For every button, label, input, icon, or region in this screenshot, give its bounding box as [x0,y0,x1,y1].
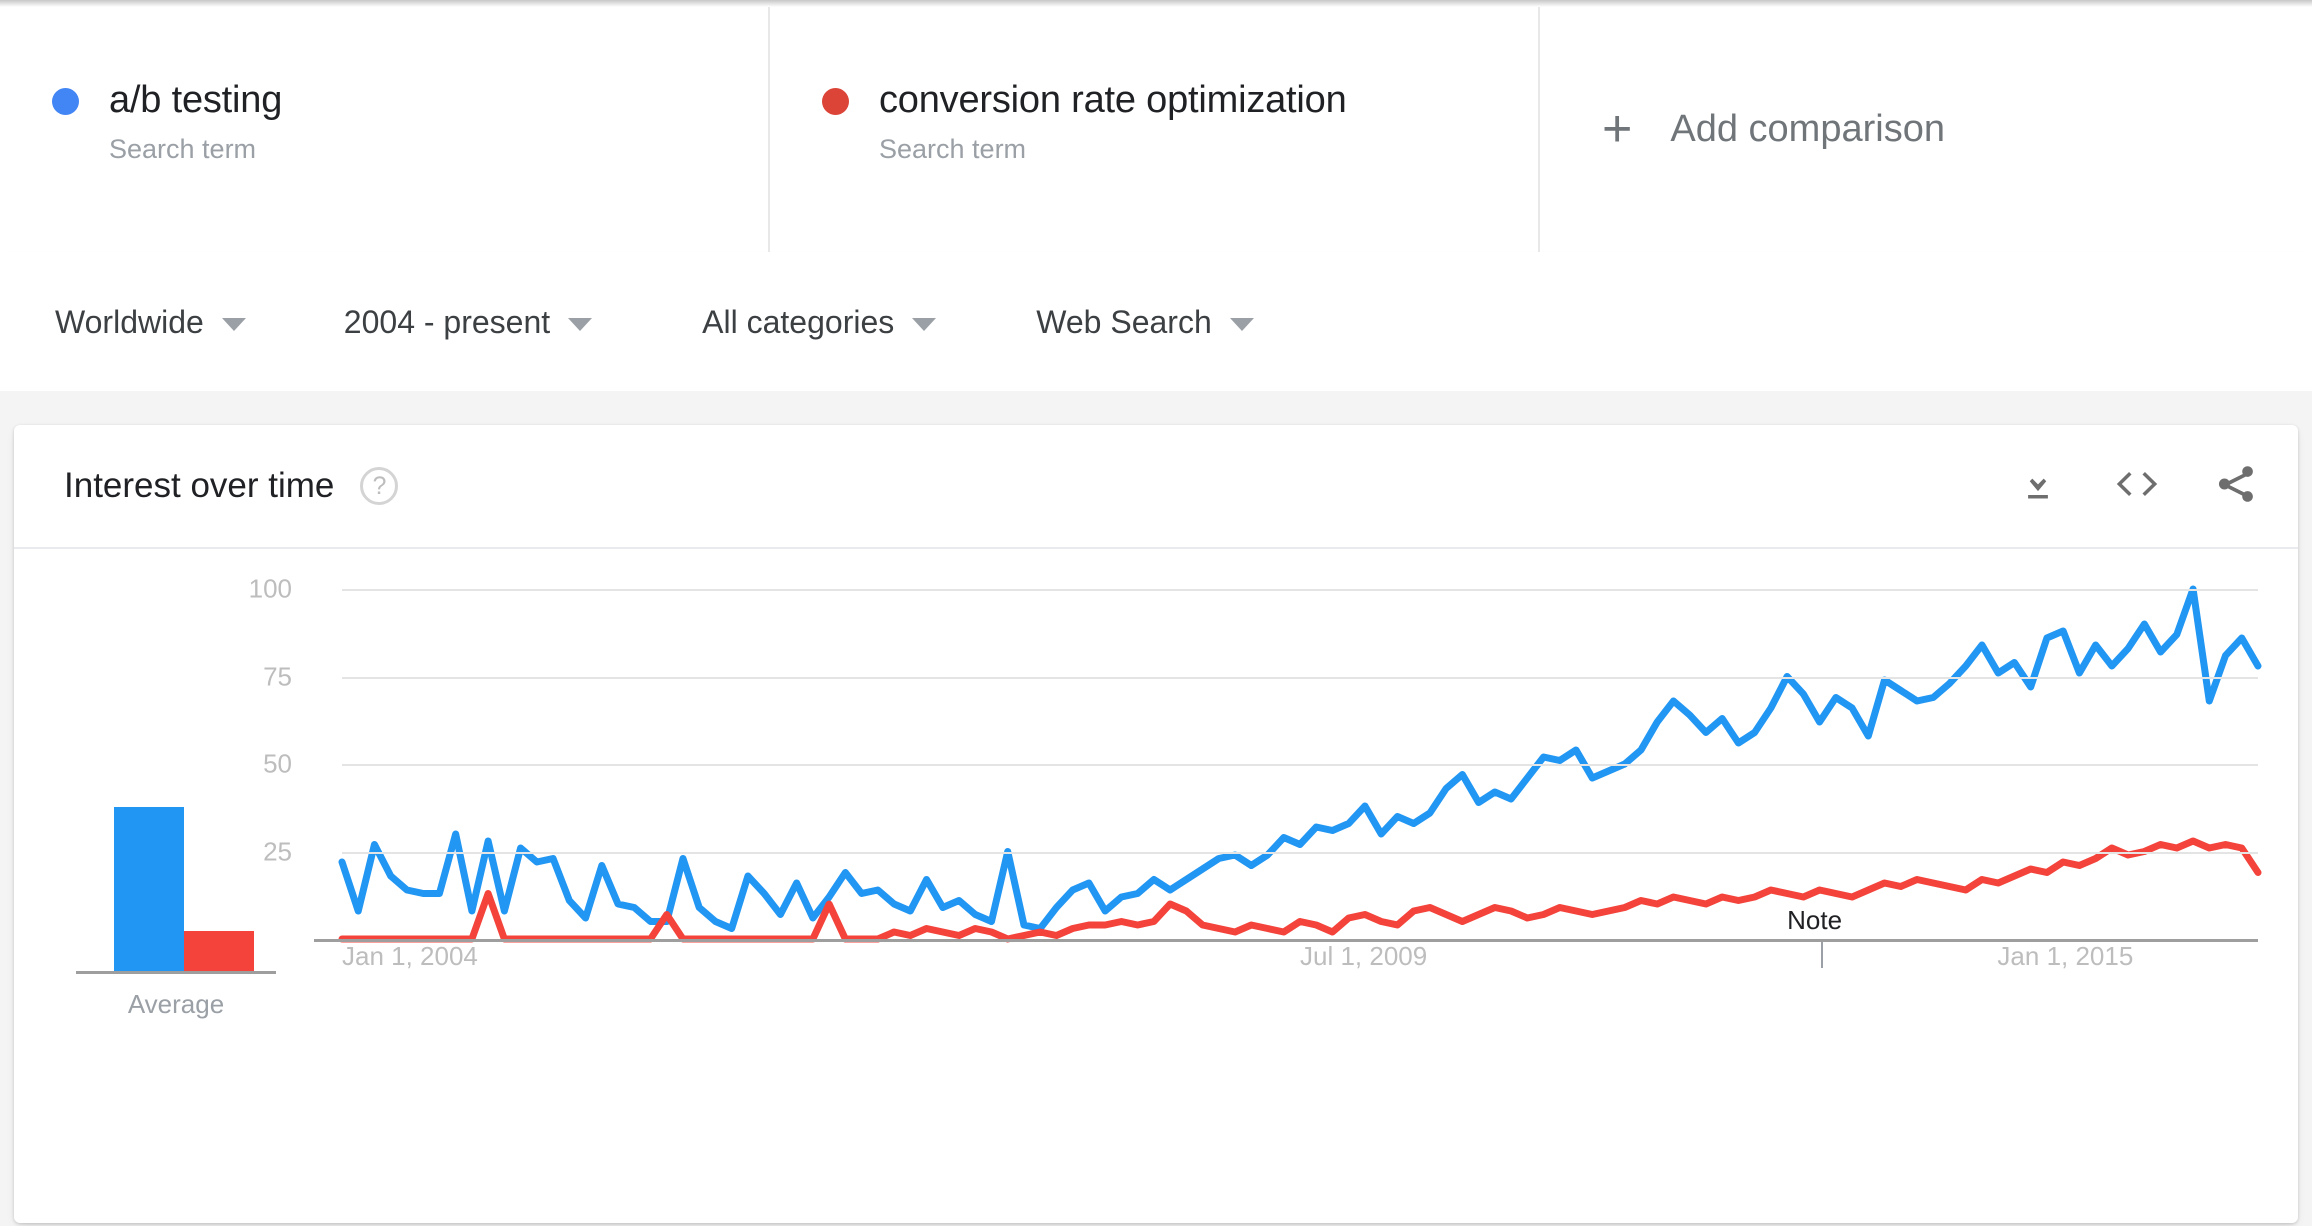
average-bar-2 [184,930,254,971]
note-annotation-label[interactable]: Note [1787,905,1842,936]
chevron-down-icon [568,317,593,331]
term-1-label: a/b testing [109,79,283,121]
plus-icon: + [1602,100,1633,158]
note-tick [1821,942,1824,968]
chevron-down-icon [912,317,937,331]
y-axis-tick-label: 100 [248,573,292,604]
filter-time-range[interactable]: 2004 - present [343,303,593,341]
term-card-2[interactable]: conversion rate optimization Search term [770,7,1540,252]
chevron-down-icon [221,317,246,331]
help-circle-icon[interactable]: ? [360,467,399,505]
series-line-2 [338,837,2262,943]
filter-location-value: Worldwide [55,303,204,340]
top-shadow-divider [0,0,2312,7]
legend-dot-blue [52,88,79,115]
y-axis-tick-label: 25 [263,836,292,866]
filter-location[interactable]: Worldwide [55,303,246,341]
card-header: Interest over time ? [14,425,2298,549]
comparison-terms-row: a/b testing Search term conversion rate … [0,7,2312,252]
time-series-chart: 25 50 75 100 Jan 1, 2004 Jul 1, 2009 Jan 1, 20… [249,549,2262,1221]
average-caption: Average [127,989,225,1019]
average-bar-chart: Average [14,549,314,1221]
add-comparison-label: Add comparison [1670,108,1945,150]
gridline [342,676,2258,679]
filter-category[interactable]: All categories [702,303,937,341]
x-axis-baseline [314,939,2258,942]
filter-category-value: All categories [702,303,895,340]
share-icon[interactable] [2214,462,2258,511]
gridline [342,851,2258,854]
x-axis-tick-label: Jul 1, 2009 [1300,941,1428,971]
trends-page: a/b testing Search term conversion rate … [0,0,2312,1226]
gridline [342,764,2258,766]
term-2-sublabel: Search term [879,134,1027,164]
embed-code-icon[interactable] [2114,462,2160,511]
filter-search-type[interactable]: Web Search [1036,303,1254,341]
interest-over-time-card: Interest over time ? Average 25 50 75 10… [14,425,2298,1223]
average-baseline [76,971,276,974]
term-1-sublabel: Search term [109,134,257,164]
card-actions [2016,462,2258,511]
chart-plot-area: Average 25 50 75 100 Jan 1, 2004 Jul 1, 2009 J… [14,549,2298,1221]
series-line-1 [338,585,2262,932]
page-title: Interest over time [64,466,335,505]
add-comparison-button[interactable]: + Add comparison [1540,7,2312,252]
chevron-down-icon [1229,317,1254,331]
x-axis-tick-label: Jan 1, 2015 [1997,941,2134,971]
y-axis-tick-label: 50 [263,748,292,779]
gridline [342,589,2258,591]
filter-search-type-value: Web Search [1036,303,1212,340]
legend-dot-red [822,88,849,115]
x-axis-tick-label: Jan 1, 2004 [342,941,478,971]
term-card-1[interactable]: a/b testing Search term [0,7,770,252]
average-bar-1 [114,806,184,971]
filter-time-range-value: 2004 - present [343,303,551,340]
y-axis-tick-label: 75 [263,661,292,691]
term-2-label: conversion rate optimization [879,79,1347,121]
filter-bar: Worldwide 2004 - present All categories … [0,252,2312,391]
download-csv-icon[interactable] [2016,462,2060,511]
